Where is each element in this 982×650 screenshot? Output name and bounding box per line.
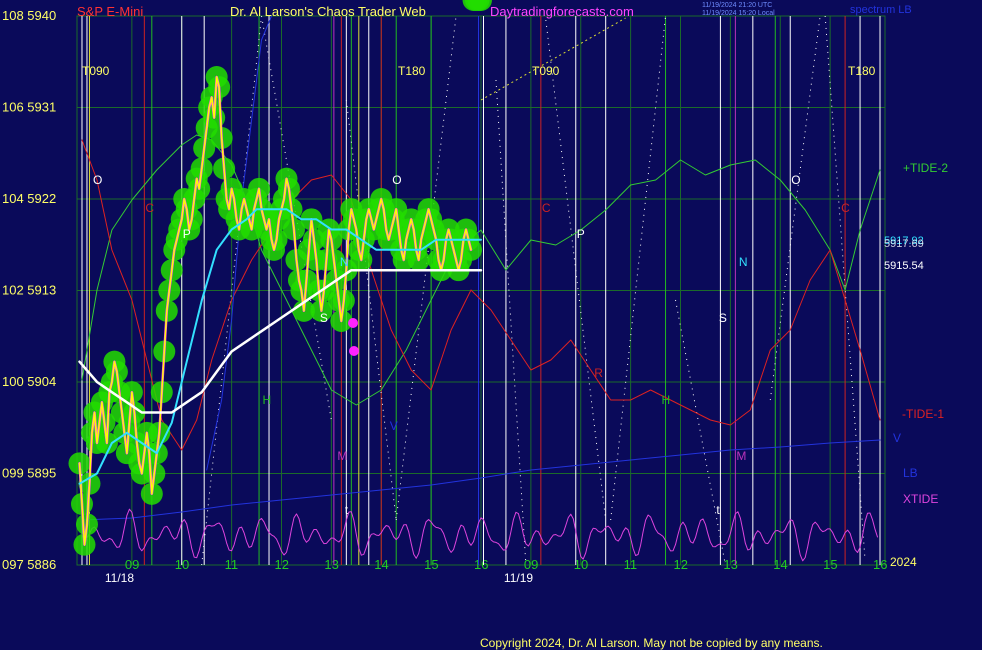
spectrum-label: spectrum LB bbox=[850, 4, 912, 16]
year-label: 2024 bbox=[890, 555, 917, 569]
cycle-marker-label: C bbox=[841, 201, 850, 215]
t180-label: T180 bbox=[848, 64, 876, 78]
value-label: 5915.54 bbox=[884, 260, 924, 272]
dotted-projection bbox=[495, 79, 527, 566]
date-label: 11/18 bbox=[105, 571, 134, 585]
x-tick-label: 09 bbox=[125, 557, 139, 572]
x-tick-label: 16 bbox=[474, 557, 488, 572]
x-tick-label: 11 bbox=[624, 557, 638, 572]
site-url[interactable]: Daytradingforecasts.com bbox=[490, 4, 634, 19]
value-label: 5917.69 bbox=[884, 238, 924, 250]
cycle-marker-label: P bbox=[183, 227, 191, 241]
x-tick-label: 12 bbox=[274, 557, 288, 572]
cycle-marker-label: t bbox=[716, 503, 720, 517]
dotted-projection bbox=[480, 17, 626, 101]
cycle-marker-label: S bbox=[719, 311, 727, 325]
y-tick-label: 102 5913 bbox=[2, 283, 56, 298]
t090-label: T090 bbox=[82, 64, 110, 78]
site-title: Dr. Al Larson's Chaos Trader Web bbox=[230, 4, 426, 19]
dotted-projection bbox=[675, 299, 726, 566]
price-chart: 097 5886 099 5895 100 5904 102 5913 104 5922… bbox=[2, 0, 948, 585]
dotted-projection bbox=[610, 15, 667, 521]
signal-dot bbox=[348, 318, 358, 328]
date-label: 11/19 bbox=[504, 571, 533, 585]
x-tick-label: 09 bbox=[524, 557, 538, 572]
cycle-marker-label: O bbox=[791, 173, 800, 187]
cycle-marker-label: R bbox=[594, 366, 603, 380]
xtide-line bbox=[81, 508, 878, 562]
cycle-marker-label: M bbox=[337, 449, 347, 463]
tide-plus-2-label: +TIDE-2 bbox=[903, 161, 948, 175]
cycle-marker-label: V bbox=[390, 419, 398, 433]
y-tick-label: 100 5904 bbox=[2, 374, 56, 389]
cycle-marker-label: C bbox=[542, 201, 551, 215]
chart-stage: 097 5886 099 5895 100 5904 102 5913 104 5922… bbox=[0, 0, 982, 650]
cycle-marker-label: P bbox=[577, 227, 585, 241]
cycle-marker-label: C bbox=[145, 201, 154, 215]
x-tick-label: 13 bbox=[324, 557, 338, 572]
timestamp-utc: 11/19/2024 21:20 UTC bbox=[702, 2, 773, 9]
cycle-marker-label: S bbox=[320, 311, 328, 325]
dotted-projection bbox=[345, 99, 397, 521]
t090-label: T090 bbox=[532, 64, 560, 78]
y-tick-label: 097 5886 bbox=[2, 557, 56, 572]
lb-label: LB bbox=[903, 466, 918, 480]
v-label: V bbox=[893, 431, 901, 445]
cycle-marker-label: H bbox=[263, 393, 272, 407]
t180-label: T180 bbox=[398, 64, 426, 78]
y-tick-label: 106 5931 bbox=[2, 100, 56, 115]
cycle-marker-label: N bbox=[739, 255, 748, 269]
instrument-title: S&P E-Mini bbox=[77, 4, 144, 19]
cycle-marker-label: H bbox=[662, 393, 671, 407]
x-tick-label: 15 bbox=[823, 557, 837, 572]
x-tick-label: 12 bbox=[674, 557, 688, 572]
y-tick-label: 108 5940 bbox=[2, 8, 56, 23]
timestamp-local: 11/19/2024 15:20 Local bbox=[702, 10, 775, 17]
xtide-label: XTIDE bbox=[903, 492, 938, 506]
y-tick-label: 104 5922 bbox=[2, 191, 56, 206]
y-tick-label: 099 5895 bbox=[2, 466, 56, 481]
copyright-notice: Copyright 2024, Dr. Al Larson. May not b… bbox=[480, 636, 823, 650]
tide-minus-1-label: -TIDE-1 bbox=[902, 407, 944, 421]
cycle-marker-label: O bbox=[392, 173, 401, 187]
signal-dot bbox=[349, 346, 359, 356]
cycle-marker-label: M bbox=[736, 449, 746, 463]
cycle-marker-label: O bbox=[93, 173, 102, 187]
cycle-marker-label: N bbox=[340, 255, 349, 269]
x-tick-label: 11 bbox=[225, 557, 239, 572]
